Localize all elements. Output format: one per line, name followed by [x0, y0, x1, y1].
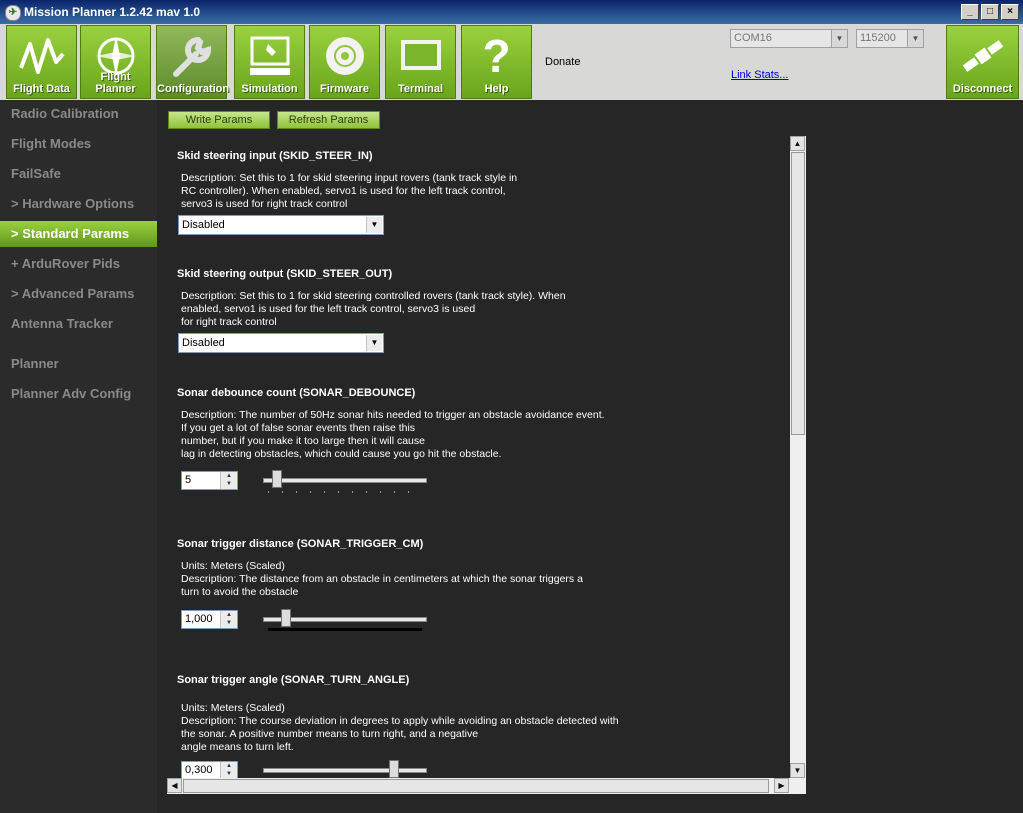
window-controls: _ □ ×	[961, 4, 1019, 20]
param-title: Skid steering output (SKID_STEER_OUT)	[177, 268, 393, 280]
write-params-button[interactable]: Write Params	[168, 111, 270, 129]
chevron-down-icon: ▼	[366, 217, 382, 233]
flight-data-icon	[16, 30, 68, 82]
spinner-value: 5	[185, 474, 192, 486]
disconnect-button[interactable]: Disconnect	[946, 25, 1019, 99]
slider-handle[interactable]	[272, 470, 282, 488]
donate-link[interactable]: Donate	[545, 56, 580, 68]
sidebar-item-planner[interactable]: Planner	[0, 351, 157, 377]
spinner-buttons[interactable]: ▲ ▼	[220, 611, 237, 628]
param-value-spinner[interactable]: 1,000 ▲ ▼	[181, 610, 238, 629]
spinner-value: 0,300	[185, 764, 213, 776]
param-description: Description: Set this to 1 for skid stee…	[181, 172, 518, 210]
flight-data-button[interactable]: Flight Data	[6, 25, 77, 99]
help-label: Help	[484, 83, 509, 95]
app-icon: ✈	[5, 5, 21, 21]
title-bar: ✈ Mission Planner 1.2.42 mav 1.0 _ □ ×	[0, 0, 1023, 25]
scroll-left-icon[interactable]: ◀	[167, 778, 182, 793]
flight-planner-button[interactable]: Flight Planner	[80, 25, 151, 99]
sidebar-item-standard-params[interactable]: > Standard Params	[0, 221, 165, 247]
slider-track	[263, 478, 427, 483]
param-description: Description: The number of 50Hz sonar hi…	[181, 409, 605, 460]
param-slider[interactable]	[263, 609, 427, 635]
simulation-icon	[244, 30, 296, 82]
sidebar-item-planner-adv-config[interactable]: Planner Adv Config	[0, 381, 157, 407]
configuration-button[interactable]: Configuration	[156, 25, 230, 99]
slider-handle[interactable]	[281, 609, 291, 627]
params-content: Write Params Refresh Params Skid steerin…	[157, 100, 1023, 813]
slider-track	[263, 768, 427, 773]
simulation-label: Simulation	[241, 83, 298, 95]
select-value: Disabled	[182, 337, 225, 349]
scroll-down-icon[interactable]: ▼	[790, 763, 805, 778]
param-title: Sonar trigger distance (SONAR_TRIGGER_CM…	[177, 538, 424, 550]
select-value: Disabled	[182, 219, 225, 231]
terminal-label: Terminal	[397, 83, 444, 95]
param-value-spinner[interactable]: 5 ▲ ▼	[181, 471, 238, 490]
simulation-button[interactable]: Simulation	[234, 25, 305, 99]
sidebar-item-ardurover-pids[interactable]: + ArduRover Pids	[0, 251, 157, 277]
sidebar-item-failsafe[interactable]: FailSafe	[0, 161, 157, 187]
window-title: Mission Planner 1.2.42 mav 1.0	[24, 5, 201, 19]
minimize-button[interactable]: _	[961, 4, 979, 20]
link-stats-link[interactable]: Link Stats...	[731, 69, 788, 81]
flight-planner-label: Flight Planner	[95, 71, 136, 95]
slider-ticks	[268, 491, 422, 493]
sidebar-item-hardware-options[interactable]: > Hardware Options	[0, 191, 157, 217]
firmware-button[interactable]: Firmware	[309, 25, 380, 99]
sidebar-item-flight-modes[interactable]: Flight Modes	[0, 131, 157, 157]
baud-select[interactable]: 115200 ▼	[856, 29, 924, 48]
spinner-buttons[interactable]: ▲ ▼	[220, 472, 237, 489]
slider-handle[interactable]	[389, 760, 399, 778]
params-panel: Skid steering input (SKID_STEER_IN) Desc…	[167, 136, 796, 794]
wrench-icon	[166, 30, 218, 82]
chevron-down-icon: ▼	[907, 30, 923, 47]
close-button[interactable]: ×	[1001, 4, 1019, 20]
param-description: Description: Set this to 1 for skid stee…	[181, 290, 566, 328]
configuration-label: Configuration	[157, 83, 230, 95]
config-sidebar: Radio Calibration Flight Modes FailSafe …	[0, 100, 165, 813]
param-title: Sonar trigger angle (SONAR_TURN_ANGLE)	[177, 674, 410, 686]
slider-ticks	[268, 628, 422, 631]
spinner-buttons[interactable]: ▲ ▼	[220, 762, 237, 779]
terminal-icon	[395, 30, 447, 82]
help-button[interactable]: ? Help	[461, 25, 532, 99]
sidebar-item-radio-calibration[interactable]: Radio Calibration	[0, 101, 157, 127]
param-description: Units: Meters (Scaled) Description: The …	[181, 702, 619, 753]
flight-data-label: Flight Data	[13, 83, 70, 95]
scroll-right-icon[interactable]: ▶	[774, 778, 789, 793]
param-select[interactable]: Disabled ▼	[178, 333, 384, 353]
help-question-icon: ?	[482, 30, 511, 82]
terminal-button[interactable]: Terminal	[385, 25, 456, 99]
param-description: Units: Meters (Scaled) Description: The …	[181, 560, 583, 598]
sidebar-item-advanced-params[interactable]: > Advanced Params	[0, 281, 157, 307]
port-value: COM16	[734, 32, 772, 44]
param-title: Sonar debounce count (SONAR_DEBOUNCE)	[177, 387, 416, 399]
refresh-params-button[interactable]: Refresh Params	[277, 111, 380, 129]
disconnect-label: Disconnect	[952, 83, 1013, 95]
port-select[interactable]: COM16 ▼	[730, 29, 848, 48]
spinner-value: 1,000	[185, 613, 213, 625]
chevron-down-icon: ▼	[366, 335, 382, 351]
satellite-icon	[957, 30, 1009, 82]
param-title: Skid steering input (SKID_STEER_IN)	[177, 150, 373, 162]
param-slider[interactable]	[263, 470, 427, 496]
maximize-button[interactable]: □	[981, 4, 999, 20]
vertical-scroll-thumb[interactable]	[791, 152, 805, 435]
sidebar-item-antenna-tracker[interactable]: Antenna Tracker	[0, 311, 157, 337]
firmware-disc-icon	[319, 30, 371, 82]
chevron-down-icon: ▼	[831, 30, 847, 47]
main-toolbar: Flight Data Flight Planner Configuration…	[0, 24, 1023, 100]
param-select[interactable]: Disabled ▼	[178, 215, 384, 235]
firmware-label: Firmware	[320, 83, 369, 95]
baud-value: 115200	[860, 32, 896, 44]
horizontal-scrollbar[interactable]: ◀ ▶	[167, 778, 806, 794]
horizontal-scroll-thumb[interactable]	[183, 779, 769, 793]
scroll-up-icon[interactable]: ▲	[790, 136, 805, 151]
vertical-scrollbar[interactable]: ▲ ▼	[790, 136, 806, 778]
